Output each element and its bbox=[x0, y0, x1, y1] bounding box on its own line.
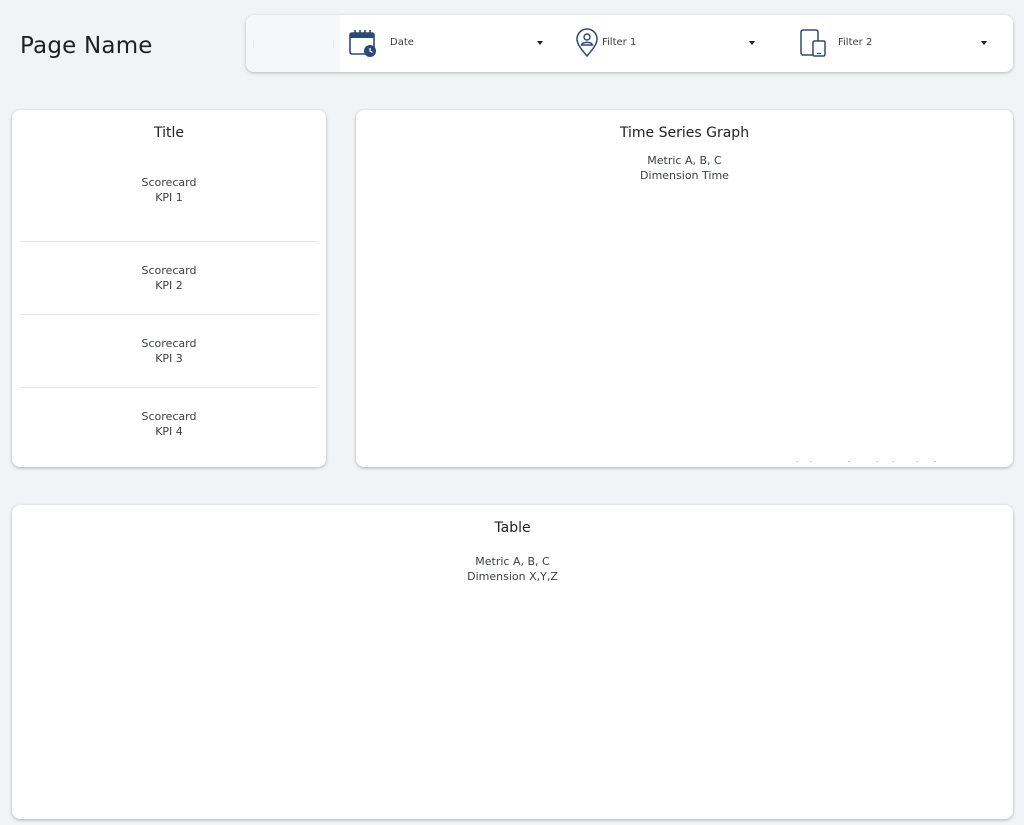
scorecard-kpi-2[interactable]: Scorecard KPI 2 bbox=[12, 263, 326, 293]
filter-1-label: Filter 1 bbox=[602, 37, 637, 48]
date-filter-dropdown[interactable]: Date bbox=[340, 15, 552, 72]
kpi-label: KPI 4 bbox=[155, 425, 183, 438]
kpi-label: KPI 1 bbox=[155, 191, 183, 204]
divider bbox=[333, 40, 334, 48]
kpi-label: KPI 2 bbox=[155, 279, 183, 292]
dimension-label: Dimension Time bbox=[640, 169, 729, 182]
dimension-label: Dimension X,Y,Z bbox=[467, 570, 558, 583]
scorecard-kpi-3[interactable]: Scorecard KPI 3 bbox=[12, 336, 326, 366]
scorecard-label: Scorecard bbox=[141, 176, 197, 189]
time-series-description: Metric A, B, C Dimension Time bbox=[356, 153, 1013, 183]
calendar-clock-icon bbox=[349, 30, 376, 57]
kpi-label: KPI 3 bbox=[155, 352, 183, 365]
divider bbox=[20, 241, 318, 242]
chevron-down-icon bbox=[749, 41, 755, 45]
scorecard-label: Scorecard bbox=[141, 410, 197, 423]
chevron-down-icon bbox=[981, 41, 987, 45]
scorecard-kpi-1[interactable]: Scorecard KPI 1 bbox=[12, 175, 326, 205]
divider bbox=[20, 387, 318, 388]
chevron-down-icon bbox=[537, 41, 543, 45]
table-description: Metric A, B, C Dimension X,Y,Z bbox=[12, 554, 1013, 584]
date-filter-label: Date bbox=[390, 37, 414, 48]
divider bbox=[20, 314, 318, 315]
filter-2-dropdown[interactable]: Filter 2 bbox=[790, 15, 990, 72]
scorecard-label: Scorecard bbox=[141, 264, 197, 277]
table-card[interactable]: Table Metric A, B, C Dimension X,Y,Z bbox=[12, 505, 1013, 819]
devices-icon bbox=[800, 29, 826, 57]
scorecard-label: Scorecard bbox=[141, 337, 197, 350]
filter-bar-spacer bbox=[246, 15, 340, 72]
map-pin-user-icon bbox=[576, 28, 598, 58]
filter-bar: Date Filter 1 Filter 2 bbox=[246, 15, 1013, 72]
scorecard-card: Title Scorecard KPI 1 Scorecard KPI 2 Sc… bbox=[12, 110, 326, 467]
divider bbox=[253, 40, 254, 48]
page-title: Page Name bbox=[20, 33, 153, 59]
scorecard-kpi-4[interactable]: Scorecard KPI 4 bbox=[12, 409, 326, 439]
metric-label: Metric A, B, C bbox=[647, 154, 722, 167]
filter-1-dropdown[interactable]: Filter 1 bbox=[564, 15, 764, 72]
table-title: Table bbox=[494, 520, 531, 536]
metric-label: Metric A, B, C bbox=[475, 555, 550, 568]
time-series-title: Time Series Graph bbox=[619, 125, 750, 141]
time-series-card[interactable]: Time Series Graph Metric A, B, C Dimensi… bbox=[356, 110, 1013, 467]
scorecard-card-title: Title bbox=[153, 125, 184, 141]
filter-2-label: Filter 2 bbox=[838, 37, 873, 48]
